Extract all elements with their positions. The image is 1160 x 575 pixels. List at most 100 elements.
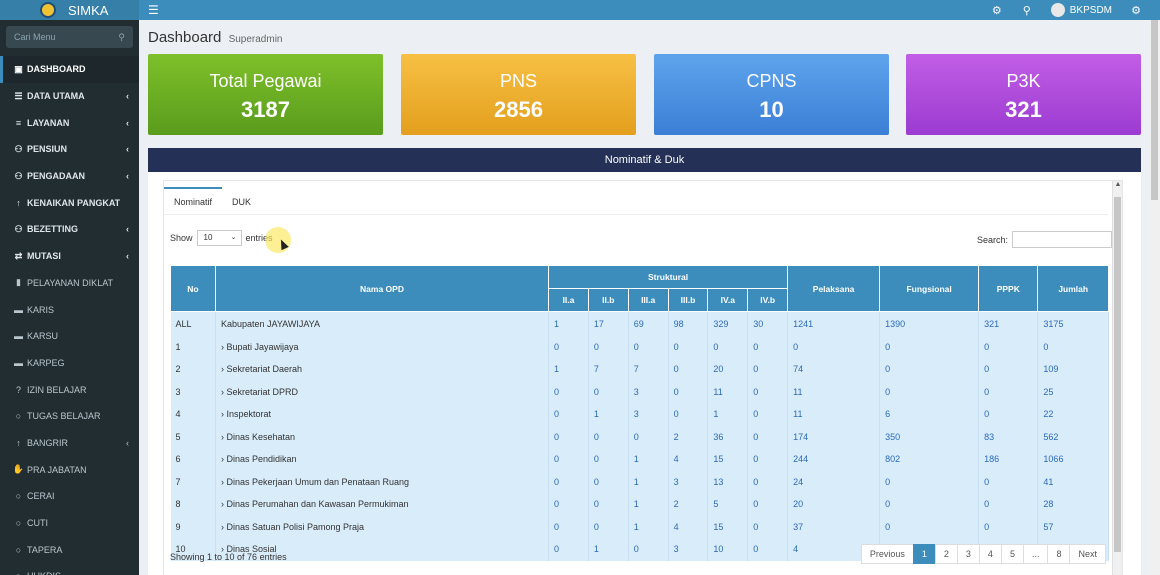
table-cell: 30 (747, 311, 789, 336)
table-cell: 0 (978, 358, 1039, 381)
table-cell: 0 (548, 380, 589, 403)
hand-icon: ✋ (12, 464, 25, 475)
opd-name-link[interactable]: › Dinas Perumahan dan Kawasan Permukiman (215, 493, 550, 516)
sidebar-item-pra-jabatan[interactable]: ✋ PRA JABATAN (0, 456, 139, 483)
opd-name-link[interactable]: › Dinas Pendidikan (215, 448, 550, 471)
page-button[interactable]: 5 (1000, 544, 1024, 564)
arrow-up-icon: ↑ (16, 197, 21, 208)
table-cell: 174 (787, 425, 881, 448)
subheader-iib[interactable]: II.b (587, 288, 629, 312)
sidebar-item-mutasi[interactable]: ⇄ MUTASI ‹ (0, 243, 139, 270)
sidebar-item-tapera[interactable]: ○ TAPERA (0, 536, 139, 563)
scrollbar-thumb[interactable] (1151, 20, 1158, 200)
avatar[interactable] (1050, 3, 1065, 17)
subheader-iiib[interactable]: III.b (667, 288, 709, 312)
card-total-pegawai[interactable]: Total Pegawai 3187 (148, 54, 383, 135)
header-jumlah[interactable]: Jumlah (1037, 265, 1109, 312)
sidebar-item-data-utama[interactable]: ☰ DATA UTAMA ‹ (0, 83, 139, 110)
user-name[interactable]: BKPSDM (1070, 5, 1112, 16)
previous-page-button[interactable]: Previous (860, 544, 914, 564)
opd-name-link[interactable]: Kabupaten JAYAWIJAYA (215, 311, 550, 336)
table-cell: 0 (747, 493, 789, 516)
header-fungsional[interactable]: Fungsional (879, 265, 980, 312)
next-page-button[interactable]: Next (1069, 544, 1106, 564)
opd-name-link[interactable]: › Dinas Pekerjaan Umum dan Penataan Ruan… (215, 470, 550, 493)
opd-name-link[interactable]: › Sekretariat DPRD (215, 380, 550, 403)
card-cpns[interactable]: CPNS 10 (654, 54, 889, 135)
notification-icon[interactable]: ⚙ (991, 4, 1003, 17)
sidebar-item-label: CERAI (27, 491, 55, 502)
sidebar-item-izin-belajar[interactable]: ? IZIN BELAJAR (0, 376, 139, 403)
page-button[interactable]: 1 (912, 544, 936, 564)
sidebar-menu: ▣ DASHBOARD ☰ DATA UTAMA ‹ ≡ LAYANAN ‹ ⚇ PENSIUN ‹… (0, 56, 139, 575)
search-icon[interactable]: ⚲ (118, 32, 125, 43)
sidebar-item-bangrir[interactable]: ↑ BANGRIR ‹ (0, 430, 139, 457)
sidebar-item-bezetting[interactable]: ⚇ BEZETTING ‹ (0, 216, 139, 243)
opd-name-link[interactable]: › Dinas Satuan Polisi Pamong Praja (215, 515, 550, 538)
search-icon[interactable]: ⚲ (1021, 4, 1033, 17)
sidebar-item-label: KARSU (27, 331, 59, 342)
page-button[interactable]: 8 (1047, 544, 1071, 564)
sidebar-item-layanan[interactable]: ≡ LAYANAN ‹ (0, 109, 139, 136)
subheader-iva[interactable]: IV.a (707, 288, 749, 312)
page-button[interactable]: 4 (978, 544, 1002, 564)
settings-icon[interactable]: ⚙ (1130, 4, 1142, 17)
opd-name-link[interactable]: › Inspektorat (215, 403, 550, 426)
sidebar-item-karis[interactable]: ▬ KARIS (0, 296, 139, 323)
tab-duk[interactable]: DUK (222, 187, 261, 214)
brand[interactable]: SIMKA (0, 0, 139, 20)
header-pppk[interactable]: PPPK (978, 265, 1039, 312)
page-button[interactable]: 3 (956, 544, 980, 564)
sidebar-item-label: LAYANAN (27, 117, 70, 128)
card-label: Total Pegawai (209, 71, 322, 91)
chevron-left-icon: ‹ (126, 437, 129, 448)
sidebar-item-kenaikan-pangkat[interactable]: ↑ KENAIKAN PANGKAT (0, 189, 139, 216)
card-pns[interactable]: PNS 2856 (401, 54, 636, 135)
subheader-iiia[interactable]: III.a (627, 288, 669, 312)
table-cell: 1 (588, 538, 629, 561)
sidebar-item-pensiun[interactable]: ⚇ PENSIUN ‹ (0, 136, 139, 163)
table-cell: 15 (707, 448, 749, 471)
hamburger-icon[interactable]: ☰ (148, 3, 159, 17)
entries-select[interactable]: 10 ⌄ (196, 230, 242, 246)
sidebar-item-label: PENSIUN (27, 144, 68, 155)
table-cell: 186 (978, 448, 1039, 471)
chevron-left-icon: ‹ (126, 251, 129, 262)
sidebar-search-input[interactable]: Cari Menu ⚲ (6, 26, 133, 48)
table-cell: 0 (548, 515, 589, 538)
opd-name-link[interactable]: › Bupati Jayawijaya (215, 335, 550, 358)
opd-name-link[interactable]: › Sekretariat Daerah (215, 358, 550, 381)
header-no[interactable]: No (170, 265, 216, 312)
sidebar-item-cerai[interactable]: ○ CERAI (0, 483, 139, 510)
tab-nominatif[interactable]: Nominatif (164, 187, 223, 214)
panel-scrollbar[interactable]: ▲ (1112, 181, 1122, 575)
sidebar: Cari Menu ⚲ ▣ DASHBOARD ☰ DATA UTAMA ‹ ≡ LAYAN… (0, 20, 139, 575)
sidebar-item-pengadaan[interactable]: ⚇ PENGADAAN ‹ (0, 163, 139, 190)
sidebar-item-pelayanan-diklat[interactable]: ▮ PELAYANAN DIKLAT (0, 270, 139, 297)
page-scrollbar[interactable] (1149, 20, 1160, 575)
sidebar-item-cuti[interactable]: ○ CUTI (0, 510, 139, 537)
table-cell: 0 (628, 425, 669, 448)
opd-name-link[interactable]: › Dinas Kesehatan (215, 425, 550, 448)
table-cell: 1066 (1037, 448, 1109, 471)
sidebar-item-karpeg[interactable]: ▬ KARPEG (0, 350, 139, 377)
table-cell: 0 (747, 403, 789, 426)
sidebar-item-hukdis[interactable]: ○HUKDIS (0, 563, 139, 575)
header-nama-opd[interactable]: Nama OPD (214, 265, 550, 312)
sidebar-item-tugas-belajar[interactable]: ○ TUGAS BELAJAR (0, 403, 139, 430)
search-input[interactable] (1012, 231, 1113, 248)
header-pelaksana[interactable]: Pelaksana (787, 265, 881, 312)
sidebar-item-dashboard[interactable]: ▣ DASHBOARD (0, 56, 139, 83)
subheader-iia[interactable]: II.a (548, 288, 589, 312)
table-cell: 0 (787, 335, 881, 358)
subheader-ivb[interactable]: IV.b (747, 288, 789, 312)
card-icon: ▬ (14, 331, 23, 342)
card-icon: ▬ (14, 304, 23, 315)
sidebar-item-karsu[interactable]: ▬ KARSU (0, 323, 139, 350)
page-button[interactable]: 2 (934, 544, 958, 564)
scrollbar-thumb[interactable] (1114, 197, 1121, 552)
panel-title: Nominatif & Duk (148, 148, 1141, 172)
table-cell: 41 (1037, 470, 1109, 493)
card-p3k[interactable]: P3K 321 (906, 54, 1141, 135)
scroll-up-icon[interactable]: ▲ (1113, 181, 1123, 188)
